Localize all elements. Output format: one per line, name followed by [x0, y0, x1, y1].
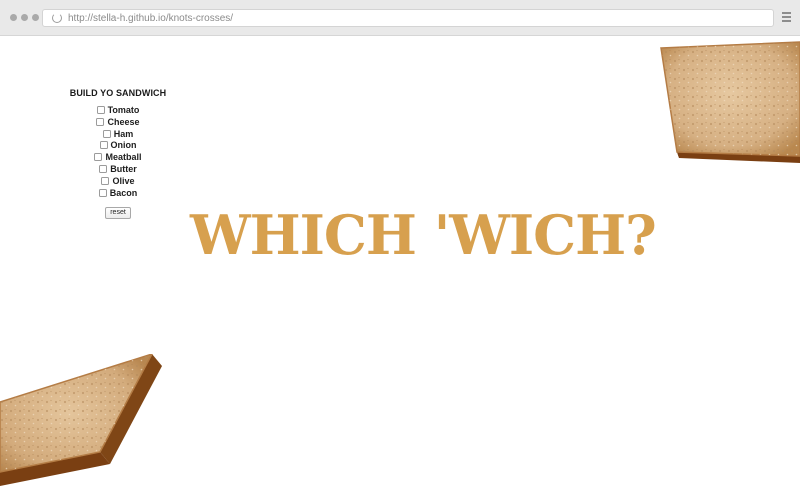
maximize-window-button[interactable] [32, 14, 39, 21]
option-label: Butter [110, 163, 137, 174]
sandwich-builder-panel: BUILD YO SANDWICH Tomato Cheese Ham Onio… [62, 88, 174, 220]
checkbox[interactable] [94, 153, 103, 162]
window-controls [10, 14, 39, 21]
hamburger-menu-icon[interactable] [782, 12, 791, 22]
option-olive[interactable]: Olive [62, 176, 174, 188]
browser-chrome: http://stella-h.github.io/knots-crosses/ [0, 0, 800, 36]
checkbox[interactable] [99, 164, 108, 173]
checkbox[interactable] [101, 176, 110, 185]
url-text: http://stella-h.github.io/knots-crosses/ [68, 13, 234, 24]
option-label: Olive [112, 175, 135, 186]
bread-slice-top [660, 41, 800, 163]
minimize-window-button[interactable] [21, 14, 28, 21]
checkbox[interactable] [98, 188, 107, 197]
checkbox[interactable] [99, 141, 108, 150]
option-label: Meatball [105, 152, 142, 163]
bread-slice-bottom [0, 354, 162, 486]
option-label: Bacon [109, 187, 138, 198]
option-onion[interactable]: Onion [62, 140, 174, 152]
option-cheese[interactable]: Cheese [62, 117, 174, 129]
panel-title: BUILD YO SANDWICH [69, 88, 167, 98]
option-ham[interactable]: Ham [62, 129, 174, 141]
option-label: Ham [113, 128, 134, 139]
option-butter[interactable]: Butter [62, 164, 174, 176]
reload-icon[interactable] [52, 13, 62, 23]
close-window-button[interactable] [10, 14, 17, 21]
checkbox[interactable] [96, 117, 105, 126]
checkbox[interactable] [102, 129, 111, 138]
page-content: BUILD YO SANDWICH Tomato Cheese Ham Onio… [0, 37, 800, 489]
page-title: WHICH 'WICH? [190, 203, 657, 267]
option-bacon[interactable]: Bacon [62, 188, 174, 200]
option-meatball[interactable]: Meatball [62, 152, 174, 164]
reset-button[interactable]: reset [105, 207, 131, 220]
option-label: Cheese [107, 116, 140, 127]
option-tomato[interactable]: Tomato [62, 105, 174, 117]
option-label: Onion [110, 140, 137, 151]
checkbox[interactable] [96, 106, 105, 114]
address-bar[interactable]: http://stella-h.github.io/knots-crosses/ [42, 9, 774, 27]
option-label: Tomato [107, 105, 140, 115]
